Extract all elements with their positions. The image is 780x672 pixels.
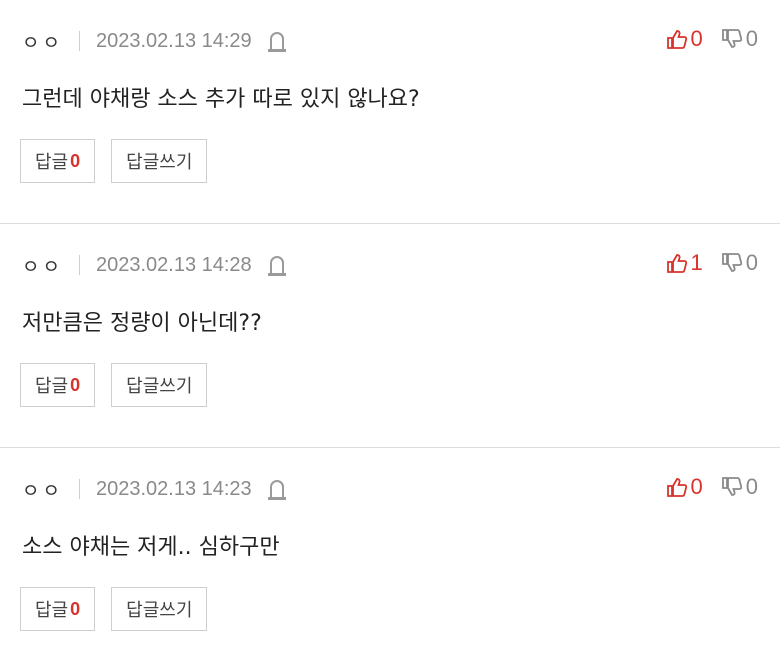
- write-reply-button[interactable]: 답글쓰기: [111, 587, 208, 631]
- like-button[interactable]: 0: [666, 474, 703, 500]
- siren-icon[interactable]: [266, 476, 288, 502]
- comment-meta: ㅇㅇ 2023.02.13 14:23: [22, 474, 288, 504]
- comment-list: ㅇㅇ 2023.02.13 14:29 0 0 그런데 야채랑 소스 추가 따로…: [0, 0, 780, 672]
- comment-text: 그런데 야채랑 소스 추가 따로 있지 않나요?: [22, 87, 420, 112]
- comment-author[interactable]: ㅇㅇ: [22, 252, 63, 279]
- comment-author[interactable]: ㅇㅇ: [22, 476, 63, 503]
- vote-group: 0 0: [666, 472, 758, 502]
- divider: [78, 255, 80, 275]
- comment-meta: ㅇㅇ 2023.02.13 14:28: [22, 250, 288, 280]
- reply-label: 답글: [35, 376, 69, 397]
- like-button[interactable]: 1: [666, 250, 703, 276]
- reply-toggle-button[interactable]: 답글 0: [20, 139, 96, 183]
- divider: [78, 479, 80, 499]
- thumbs-up-icon: [666, 30, 687, 49]
- dislike-button[interactable]: 0: [721, 474, 758, 500]
- thumbs-up-icon: [666, 478, 687, 497]
- siren-icon[interactable]: [266, 28, 288, 54]
- thumbs-down-icon: [721, 29, 742, 48]
- comment-actions: 답글 0 답글쓰기: [20, 363, 223, 407]
- thumbs-down-icon: [721, 253, 742, 272]
- write-reply-button[interactable]: 답글쓰기: [111, 139, 208, 183]
- comment-item: ㅇㅇ 2023.02.13 14:28 1 0 저만큼은 정량이 아닌데?? 답…: [0, 224, 780, 448]
- write-reply-button[interactable]: 답글쓰기: [111, 363, 208, 407]
- dislike-count: 0: [745, 250, 758, 275]
- comment-meta: ㅇㅇ 2023.02.13 14:29: [22, 26, 288, 56]
- comment-author[interactable]: ㅇㅇ: [22, 28, 63, 55]
- reply-toggle-button[interactable]: 답글 0: [20, 587, 96, 631]
- reply-count: 0: [70, 150, 81, 171]
- thumbs-down-icon: [721, 477, 742, 496]
- dislike-button[interactable]: 0: [721, 26, 758, 52]
- comment-text: 저만큼은 정량이 아닌데??: [22, 311, 262, 336]
- reply-toggle-button[interactable]: 답글 0: [20, 363, 96, 407]
- like-count: 0: [690, 474, 703, 499]
- reply-label: 답글: [35, 152, 69, 173]
- like-button[interactable]: 0: [666, 26, 703, 52]
- thumbs-up-icon: [666, 254, 687, 273]
- dislike-count: 0: [745, 26, 758, 51]
- dislike-count: 0: [745, 474, 758, 499]
- comment-date: 2023.02.13 14:23: [95, 477, 252, 500]
- like-count: 0: [690, 26, 703, 51]
- like-count: 1: [690, 250, 703, 275]
- vote-group: 1 0: [666, 248, 758, 278]
- dislike-button[interactable]: 0: [721, 250, 758, 276]
- comment-item: ㅇㅇ 2023.02.13 14:23 0 0 소스 야채는 저게.. 심하구만…: [0, 448, 780, 672]
- comment-date: 2023.02.13 14:28: [95, 253, 252, 276]
- reply-count: 0: [70, 598, 81, 619]
- vote-group: 0 0: [666, 24, 758, 54]
- comment-date: 2023.02.13 14:29: [95, 29, 252, 52]
- comment-actions: 답글 0 답글쓰기: [20, 139, 223, 183]
- siren-icon[interactable]: [266, 252, 288, 278]
- reply-count: 0: [70, 374, 81, 395]
- comment-text: 소스 야채는 저게.. 심하구만: [22, 535, 280, 560]
- comment-item: ㅇㅇ 2023.02.13 14:29 0 0 그런데 야채랑 소스 추가 따로…: [0, 0, 780, 224]
- comment-actions: 답글 0 답글쓰기: [20, 587, 223, 631]
- divider: [78, 31, 80, 51]
